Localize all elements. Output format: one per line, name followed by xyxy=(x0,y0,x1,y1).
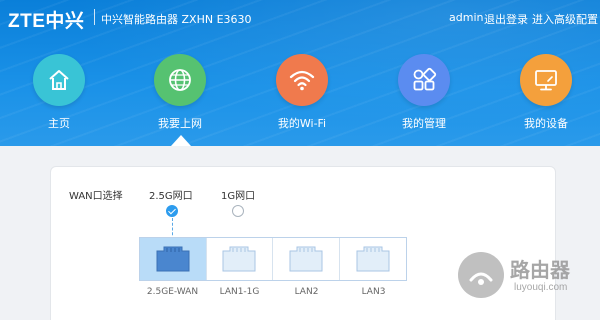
monitor-icon xyxy=(520,54,572,106)
radio-2-5g[interactable] xyxy=(166,205,178,217)
nav-label-devices: 我的设备 xyxy=(524,117,568,130)
top-bar: ZTE中兴 中兴智能路由器 ZXHN E3630 admin 退出登录 进入高级… xyxy=(0,0,600,36)
nav-selected-caret xyxy=(171,135,191,146)
nav-item-internet[interactable]: 我要上网 xyxy=(135,54,225,131)
port-label-lan1: LAN1-1G xyxy=(219,287,260,297)
port-label-lan2: LAN2 xyxy=(294,287,319,297)
port-lan1[interactable] xyxy=(206,238,273,280)
watermark-text: 路由器 xyxy=(510,258,570,282)
port-lan3[interactable] xyxy=(339,238,406,280)
main-nav: 主页 我要上网 我的Wi-Fi 我的管理 我的设备 xyxy=(0,54,600,146)
advanced-config-link[interactable]: 进入高级配置 xyxy=(532,11,598,27)
grid-icon xyxy=(398,54,450,106)
zte-logo: ZTE中兴 xyxy=(8,11,85,32)
watermark: 路由器 luyouqi.com xyxy=(458,248,598,308)
nav-item-wifi[interactable]: 我的Wi-Fi xyxy=(257,54,347,131)
wan-select-label: WAN口选择 xyxy=(69,191,123,202)
watermark-logo-icon xyxy=(458,252,504,298)
logout-link[interactable]: 退出登录 xyxy=(484,11,528,27)
port-lan2[interactable] xyxy=(273,238,340,280)
nav-label-management: 我的管理 xyxy=(402,117,446,130)
ethernet-port-icon xyxy=(289,246,323,272)
wifi-icon xyxy=(276,54,328,106)
nav-label-wifi: 我的Wi-Fi xyxy=(277,117,327,130)
product-name: 中兴智能路由器 ZXHN E3630 xyxy=(101,13,252,26)
port-label-wan: 2.5GE-WAN xyxy=(146,287,199,297)
watermark-sub: luyouqi.com xyxy=(514,282,568,293)
ethernet-port-icon xyxy=(222,246,256,272)
ethernet-port-icon xyxy=(356,246,390,272)
username: admin xyxy=(449,11,484,24)
nav-label-internet: 我要上网 xyxy=(158,117,202,130)
nav-item-management[interactable]: 我的管理 xyxy=(379,54,469,131)
nav-label-home: 主页 xyxy=(48,117,70,130)
logo-divider xyxy=(94,9,95,25)
port-label-lan3: LAN3 xyxy=(361,287,386,297)
header: ZTE中兴 中兴智能路由器 ZXHN E3630 admin 退出登录 进入高级… xyxy=(0,0,600,146)
ethernet-port-icon xyxy=(156,246,190,272)
option-label-2-5g: 2.5G网口 xyxy=(149,191,193,202)
home-icon xyxy=(33,54,85,106)
globe-icon xyxy=(154,54,206,106)
nav-item-devices[interactable]: 我的设备 xyxy=(501,54,591,131)
nav-item-home[interactable]: 主页 xyxy=(14,54,104,131)
port-diagram xyxy=(139,237,407,281)
radio-1g[interactable] xyxy=(232,205,244,217)
port-2-5ge-wan[interactable] xyxy=(140,238,207,280)
option-label-1g: 1G网口 xyxy=(221,191,256,202)
